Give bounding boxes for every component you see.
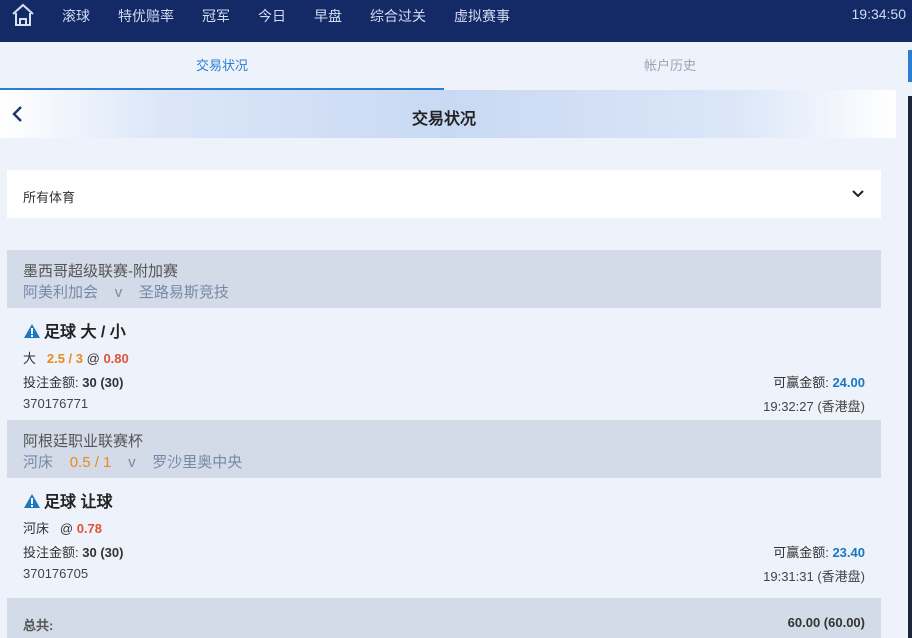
nav-item-early[interactable]: 早盘 (314, 6, 342, 26)
selection-odds: 0.80 (103, 351, 129, 366)
nav-item-special-odds[interactable]: 特优赔率 (118, 6, 174, 26)
selection-odds: 0.78 (76, 521, 102, 536)
market-name: 足球 大 / 小 (44, 324, 126, 341)
potential-win: 可赢金额: 24.00 (773, 372, 865, 391)
home-team: 阿美利加会 (23, 284, 99, 301)
potential-win: 可赢金额: 23.40 (773, 542, 865, 561)
win-value: 24.00 (832, 375, 865, 390)
tab-account-history[interactable]: 帐户历史 (444, 42, 896, 90)
match-teams: 河床 0.5 / 1 v 罗沙里奥中央 (23, 451, 242, 472)
versus-label: v (128, 454, 136, 471)
page-title: 交易状况 (411, 111, 476, 128)
league-name: 阿根廷职业联赛杯 (23, 433, 144, 450)
bet-reference: 370176771 (23, 396, 89, 411)
tab-bar: 交易状况 帐户历史 (0, 42, 896, 90)
sport-filter-dropdown[interactable]: 所有体育 (7, 170, 881, 218)
home-team: 河床 (23, 454, 54, 471)
bet-market: 足球 大 / 小 (23, 318, 126, 342)
bet-selection: 大 2.5 / 3 @ 0.80 (23, 348, 129, 367)
league-name: 墨西哥超级联赛-附加赛 (23, 263, 178, 280)
win-value: 23.40 (832, 545, 865, 560)
bet-time: 19:32:27 (香港盘) (763, 399, 865, 414)
stake-label: 投注金额: (23, 545, 79, 560)
page-header: 交易状况 (0, 90, 896, 138)
win-label: 可赢金额: (773, 545, 829, 560)
away-team: 罗沙里奥中央 (152, 454, 243, 471)
bet-header: 阿根廷职业联赛杯 河床 0.5 / 1 v 罗沙里奥中央 (7, 420, 881, 478)
total-summary: 总共: 60.00 (60.00) (7, 598, 881, 638)
bet-time: 19:31:31 (香港盘) (763, 569, 865, 584)
nav-item-virtual[interactable]: 虚拟赛事 (454, 6, 510, 26)
selection-line: 2.5 / 3 (46, 351, 83, 366)
versus-label: v (114, 284, 123, 301)
sport-filter-value: 所有体育 (23, 190, 76, 205)
selection-name: 河床 (23, 521, 50, 536)
nav-item-outright[interactable]: 冠军 (202, 6, 230, 26)
bet-selection: 河床 @ 0.78 (23, 518, 102, 537)
tab-trade-status[interactable]: 交易状况 (0, 42, 444, 90)
stake-label: 投注金额: (23, 375, 79, 390)
side-strip-accent (908, 50, 912, 82)
bet-market: 足球 让球 (23, 488, 112, 512)
bet-detail: 足球 让球 河床 @ 0.78 投注金额: 30 (30) 可赢金额: 23.4… (7, 478, 881, 590)
bet-reference: 370176705 (23, 566, 89, 581)
top-navigation: 滚球 特优赔率 冠军 今日 早盘 综合过关 虚拟赛事 19:34:50 (0, 0, 912, 42)
nav-item-parlay[interactable]: 综合过关 (370, 6, 426, 26)
nav-item-live[interactable]: 滚球 (62, 6, 90, 26)
scrollbar[interactable] (908, 96, 912, 638)
stake-amount: 投注金额: 30 (30) (23, 542, 123, 561)
handicap-line: 0.5 / 1 (69, 454, 112, 471)
win-label: 可赢金额: (773, 375, 829, 390)
match-teams: 阿美利加会 v 圣路易斯竞技 (23, 281, 229, 302)
warning-icon (24, 494, 40, 508)
stake-value: 30 (30) (82, 545, 124, 560)
home-icon[interactable] (10, 2, 36, 28)
selection-name: 大 (23, 351, 37, 366)
nav-item-today[interactable]: 今日 (258, 6, 286, 26)
stake-value: 30 (30) (82, 375, 124, 390)
total-label: 总共: (23, 618, 54, 633)
bet-header: 墨西哥超级联赛-附加赛 阿美利加会 v 圣路易斯竞技 (7, 250, 881, 308)
clock: 19:34:50 (851, 6, 907, 22)
stake-amount: 投注金额: 30 (30) (23, 372, 123, 391)
market-name: 足球 让球 (44, 494, 113, 511)
warning-icon (24, 324, 40, 338)
total-value: 60.00 (60.00) (787, 615, 865, 630)
at-sign: @ (59, 521, 74, 536)
bet-detail: 足球 大 / 小 大 2.5 / 3 @ 0.80 投注金额: 30 (30) … (7, 308, 881, 420)
at-sign: @ (86, 351, 100, 366)
away-team: 圣路易斯竞技 (138, 284, 229, 301)
chevron-down-icon (852, 190, 864, 198)
